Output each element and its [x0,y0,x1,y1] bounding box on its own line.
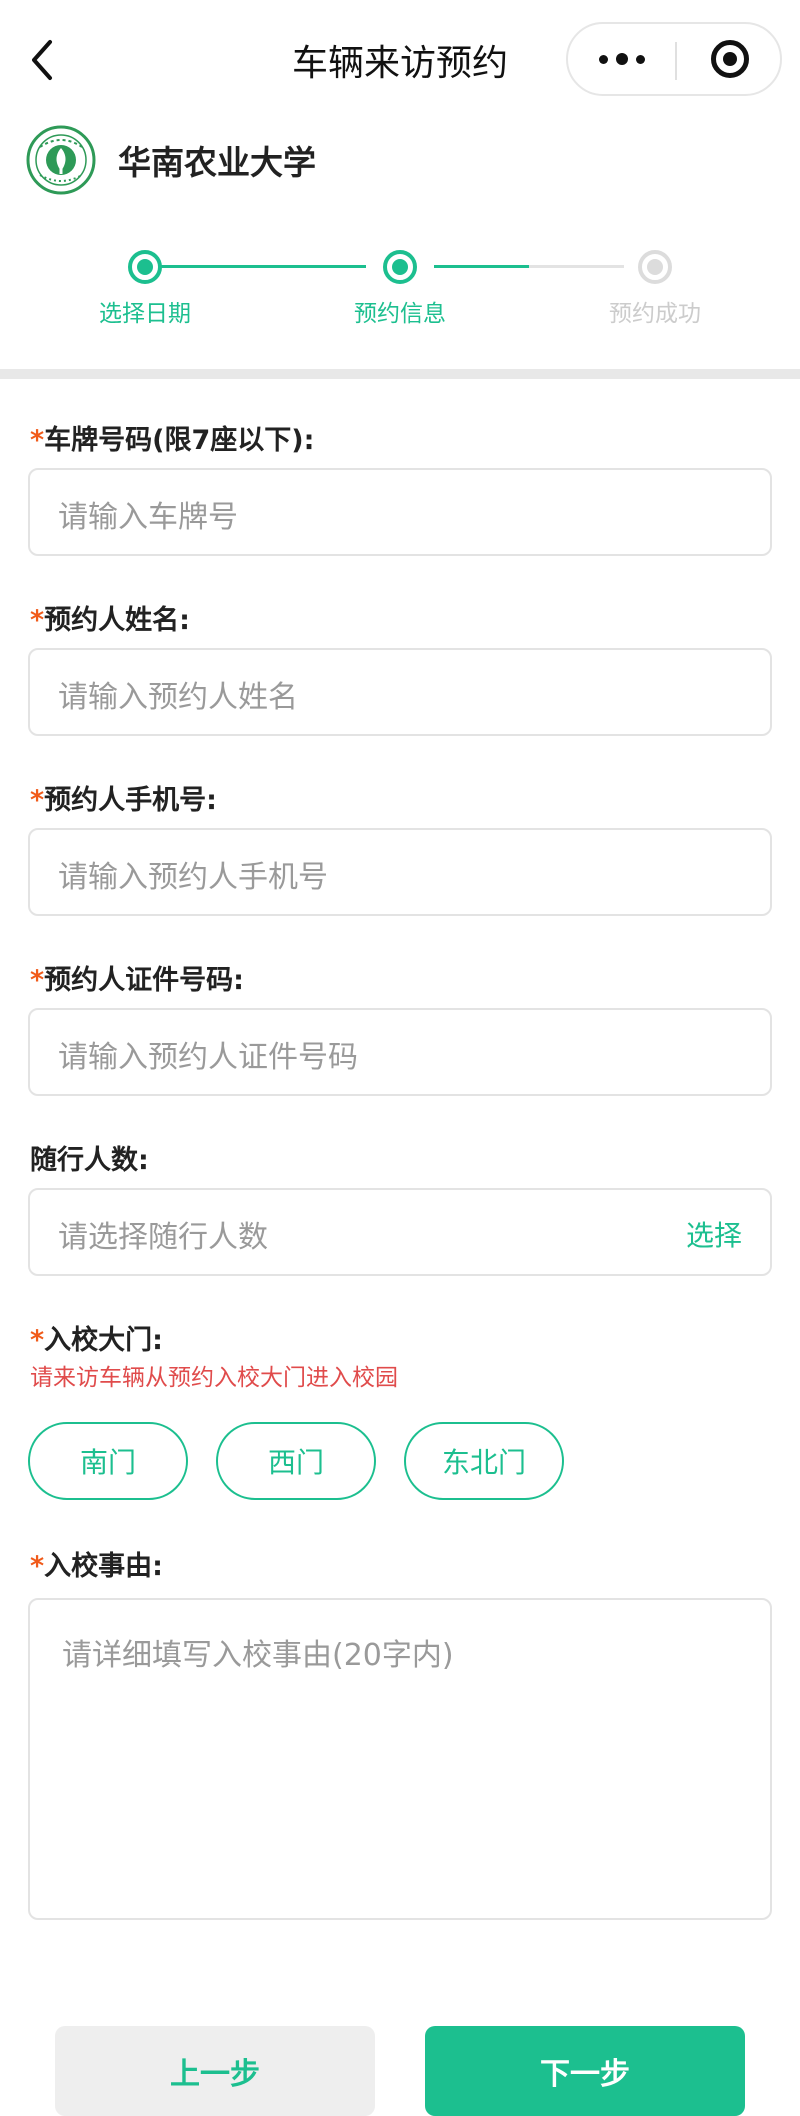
step-indicator-active [383,250,417,284]
plate-input[interactable]: 请输入车牌号 [28,468,772,556]
reason-label: *入校事由: [30,1551,163,1582]
step-indicator-done [128,250,162,284]
phone-label: *预约人手机号: [30,785,217,816]
companions-select-link[interactable]: 选择 [686,1214,742,1254]
close-mini-program-button[interactable] [678,24,782,94]
step-label-date: 选择日期 [99,301,191,327]
next-step-button[interactable]: 下一步 [425,2026,745,2116]
name-placeholder: 请输入预约人姓名 [58,680,298,715]
plate-label: *车牌号码(限7座以下): [30,425,315,456]
gate-option-northeast[interactable]: 东北门 [404,1422,564,1500]
plate-placeholder: 请输入车牌号 [58,500,238,535]
companions-placeholder: 请选择随行人数 [58,1220,268,1255]
university-brand: 华南农业大学 [26,124,316,196]
id-number-input[interactable]: 请输入预约人证件号码 [28,1008,772,1096]
gate-hint: 请来访车辆从预约入校大门进入校园 [30,1365,398,1391]
step-indicator-pending [638,250,672,284]
prev-step-button[interactable]: 上一步 [55,2026,375,2116]
section-divider [0,369,800,379]
target-circle-icon [711,40,749,78]
gate-option-west[interactable]: 西门 [216,1422,376,1500]
progress-steps: 选择日期 预约信息 预约成功 [0,250,800,330]
reason-textarea[interactable]: 请详细填写入校事由(20字内) [28,1598,772,1920]
phone-placeholder: 请输入预约人手机号 [58,860,328,895]
mini-program-capsule [566,22,782,96]
step-connector [434,265,624,268]
more-button[interactable] [568,24,676,94]
gate-label: *入校大门: [30,1325,163,1356]
capsule-divider [675,42,677,80]
more-dots-icon [599,54,608,64]
step-label-success: 预约成功 [609,301,701,327]
step-connector [160,265,366,268]
phone-input[interactable]: 请输入预约人手机号 [28,828,772,916]
companions-label: 随行人数: [30,1145,149,1176]
step-label-info: 预约信息 [354,301,446,327]
nav-bar: 车辆来访预约 [0,0,800,120]
id-number-placeholder: 请输入预约人证件号码 [58,1040,358,1075]
name-label: *预约人姓名: [30,605,190,636]
id-number-label: *预约人证件号码: [30,965,244,996]
reason-placeholder: 请详细填写入校事由(20字内) [62,1638,454,1673]
gate-option-south[interactable]: 南门 [28,1422,188,1500]
university-name: 华南农业大学 [118,143,316,182]
university-emblem-icon [26,125,96,195]
companions-select[interactable]: 请选择随行人数 选择 [28,1188,772,1276]
name-input[interactable]: 请输入预约人姓名 [28,648,772,736]
